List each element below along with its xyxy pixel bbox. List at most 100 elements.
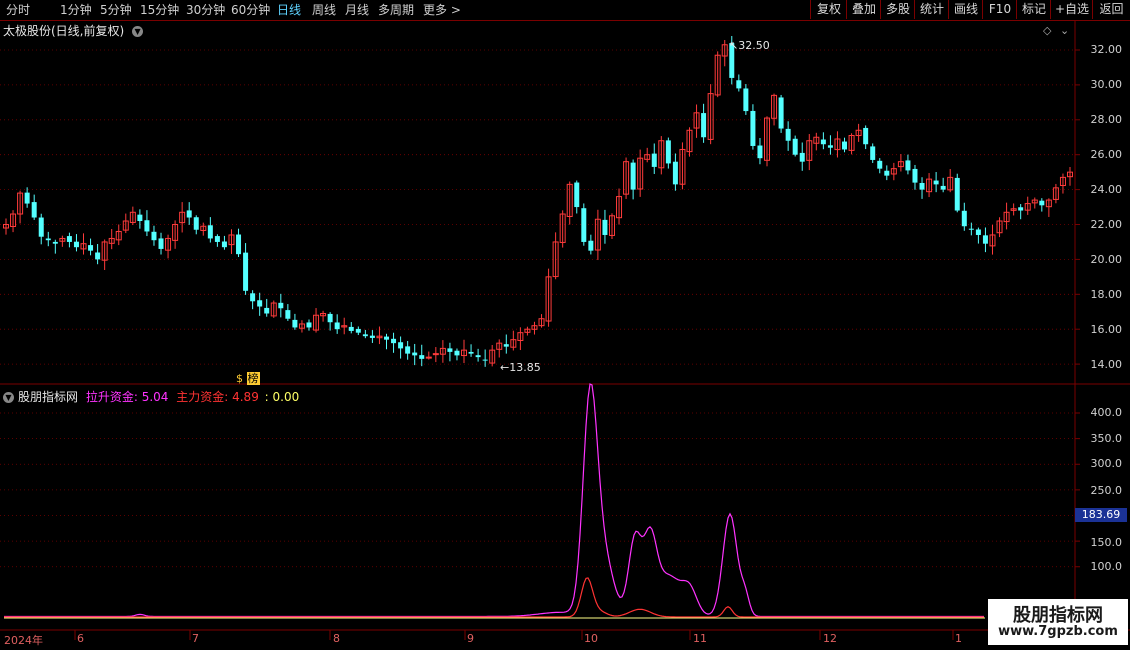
candle (552, 232, 559, 280)
candle (679, 142, 686, 190)
candle (362, 329, 368, 339)
candle-body (278, 302, 284, 309)
candle (637, 149, 644, 197)
y-tick-label: 28.00 (1090, 113, 1123, 126)
candle (17, 190, 24, 224)
candle (398, 336, 404, 359)
candle (1067, 166, 1073, 186)
candle (566, 181, 573, 225)
candle (827, 135, 833, 155)
candle-body (912, 168, 918, 183)
candle-body (243, 252, 249, 291)
chevron-down-icon[interactable]: ⌄ (1060, 24, 1069, 37)
candle-body (870, 146, 876, 160)
candle-body (419, 355, 425, 359)
candle (151, 225, 157, 246)
candle (24, 187, 30, 208)
main-chart-title-bar: 太极股份(日线,前复权) ▼ (3, 22, 147, 39)
candle (799, 142, 805, 171)
candle-body (863, 127, 869, 145)
candle-body (961, 210, 967, 227)
lasheng-line (4, 383, 984, 618)
y-tick-label: 16.00 (1090, 323, 1123, 336)
candle (630, 159, 636, 200)
ind-y-tick-label: 400.0 (1090, 406, 1123, 419)
candle (982, 227, 988, 253)
candle (475, 348, 481, 362)
candle (750, 104, 756, 150)
candle-body (574, 182, 580, 208)
candle (813, 132, 820, 151)
high-price-label: ↖32.50 (729, 39, 770, 52)
candle-body (137, 214, 143, 222)
candle-body (264, 307, 270, 314)
candle (193, 215, 199, 235)
candle (524, 326, 531, 336)
candle (292, 313, 298, 330)
candle (461, 339, 468, 364)
candle-body (778, 97, 784, 129)
candle (743, 84, 749, 115)
candle-body (792, 138, 798, 155)
candle (320, 310, 327, 322)
candle-body (905, 160, 911, 171)
candle (897, 154, 904, 172)
chevron-down-icon[interactable]: ▼ (3, 392, 14, 403)
candle (236, 228, 242, 258)
candle-body (306, 322, 312, 328)
candle (785, 121, 791, 151)
candle-body (327, 313, 333, 323)
candle (1059, 173, 1066, 194)
candle-body (827, 145, 833, 148)
candle-body (475, 355, 481, 358)
candle (144, 210, 150, 237)
candle (412, 343, 418, 366)
candle (940, 177, 946, 193)
stock-chart[interactable] (0, 0, 1130, 650)
diamond-icon[interactable]: ◇ (1043, 24, 1051, 37)
candle (545, 268, 552, 327)
candle (298, 320, 305, 333)
ind-y-tick-label: 250.0 (1090, 484, 1123, 497)
ind-y-tick-label: 350.0 (1090, 432, 1123, 445)
candle-body (842, 141, 848, 150)
candle-body (651, 153, 657, 167)
chevron-down-icon[interactable]: ▼ (132, 26, 144, 37)
y-tick-label: 32.00 (1090, 43, 1123, 56)
candle (616, 188, 623, 225)
candle (425, 351, 432, 360)
candle (10, 210, 17, 233)
candle (264, 298, 270, 317)
candle (531, 321, 538, 335)
candle (686, 127, 693, 157)
candle (714, 51, 721, 98)
series3-value: : 0.00 (264, 390, 300, 404)
candle (165, 234, 172, 259)
x-tick-label: 12 (823, 632, 837, 645)
candle (701, 103, 707, 143)
candle-body (975, 229, 981, 235)
candle (355, 326, 361, 336)
candle (1003, 202, 1010, 230)
candle-body (221, 241, 227, 248)
candle-body (785, 128, 791, 141)
rank-marker[interactable]: $ 榜 (236, 370, 260, 386)
candle (954, 173, 960, 213)
candle (115, 224, 122, 246)
candle-body (405, 346, 411, 354)
candle-body (412, 352, 418, 356)
candle-body (701, 113, 707, 138)
candle (66, 232, 72, 248)
indicator-title-bar: ▼ 股朋指标网 拉升资金: 5.04 主力资金: 4.89 : 0.00 (3, 388, 299, 405)
ind-y-tick-label: 100.0 (1090, 560, 1123, 573)
candle-body (24, 192, 30, 204)
candle (285, 304, 291, 321)
candle (31, 194, 37, 220)
candle (559, 210, 566, 248)
candle-body (919, 182, 925, 190)
candle-body (250, 293, 256, 302)
low-price-label: ←13.85 (500, 361, 541, 374)
indicator-name: 股朋指标网 (18, 390, 79, 404)
candle (101, 239, 108, 271)
candle (52, 239, 58, 254)
